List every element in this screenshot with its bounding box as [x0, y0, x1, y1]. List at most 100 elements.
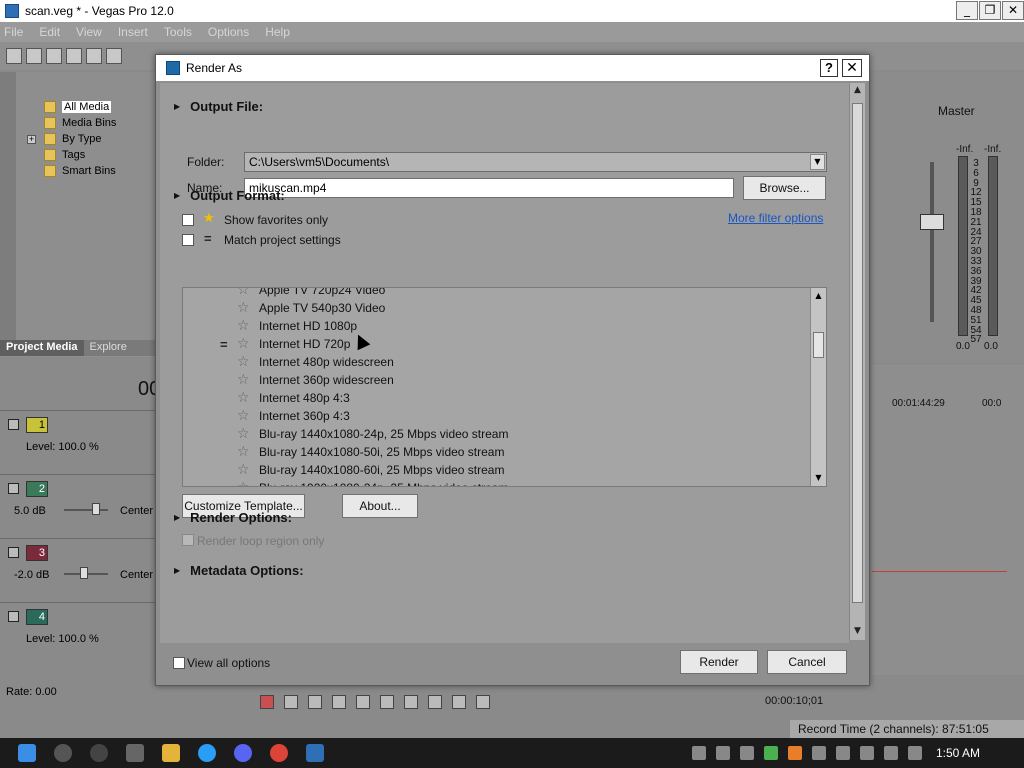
menu-insert[interactable]: Insert	[118, 25, 148, 39]
folder-combo[interactable]: C:\Users\vm5\Documents\ ▼	[244, 152, 827, 172]
menu-file[interactable]: File	[4, 25, 23, 39]
menu-help[interactable]: Help	[265, 25, 290, 39]
render-button[interactable]: Render	[680, 650, 758, 674]
browser-icon[interactable]	[198, 744, 216, 762]
template-list-scrollbar[interactable]: ▲ ▼	[810, 288, 826, 486]
star-outline-icon[interactable]: ☆	[237, 372, 250, 388]
help-button[interactable]: ?	[820, 59, 838, 77]
search-icon[interactable]	[54, 744, 72, 762]
star-outline-icon[interactable]: ☆	[237, 426, 250, 442]
menu-view[interactable]: View	[76, 25, 102, 39]
scroll-down-icon[interactable]: ▼	[811, 470, 826, 485]
app-tray-icon[interactable]	[763, 746, 778, 760]
master-fader[interactable]	[920, 214, 944, 230]
previous-frame-icon[interactable]	[452, 695, 466, 709]
template-row[interactable]: ☆ Blu-ray 1920x1080-24p, 25 Mbps video st…	[183, 479, 811, 486]
tree-item-tags[interactable]: Tags	[44, 147, 85, 163]
star-outline-icon[interactable]: ☆	[237, 300, 250, 316]
star-outline-icon[interactable]: ☆	[237, 354, 250, 370]
template-row[interactable]: ☆ Apple TV 540p30 Video	[183, 299, 811, 317]
template-row[interactable]: ☆ Internet 360p 4:3	[183, 407, 811, 425]
template-row[interactable]: ☆ Blu-ray 1440x1080-60i, 25 Mbps video st…	[183, 461, 811, 479]
template-row[interactable]: ☆ Internet 480p 4:3	[183, 389, 811, 407]
template-row[interactable]: ☆ Internet HD 1080p	[183, 317, 811, 335]
render-icon[interactable]	[86, 48, 102, 64]
pen-icon[interactable]	[883, 746, 898, 760]
about-button[interactable]: About...	[342, 494, 418, 518]
restore-button[interactable]: ❐	[979, 1, 1001, 20]
record-icon[interactable]	[260, 695, 274, 709]
volume-slider-knob[interactable]	[92, 503, 100, 515]
taskbar-clock[interactable]: 1:50 AM	[936, 746, 980, 760]
tree-expander[interactable]: +	[27, 135, 36, 144]
scroll-up-icon[interactable]: ▲	[850, 83, 865, 98]
minimize-button[interactable]: _	[956, 1, 978, 20]
new-icon[interactable]	[6, 48, 22, 64]
template-row[interactable]: = ☆ Internet HD 720p	[183, 335, 811, 353]
template-row[interactable]: ☆ Apple TV 720p24 Video	[183, 288, 811, 299]
properties-icon[interactable]	[106, 48, 122, 64]
tab-project-media[interactable]: Project Media	[0, 340, 84, 356]
next-frame-icon[interactable]	[476, 695, 490, 709]
dialog-scrollbar[interactable]: ▲ ▼	[849, 83, 865, 640]
metadata-options-section[interactable]: ▶ Metadata Options:	[174, 563, 304, 578]
play-icon[interactable]	[332, 695, 346, 709]
star-outline-icon[interactable]: ☆	[237, 408, 250, 424]
track-row[interactable]: 1 Level: 100.0 %	[0, 410, 160, 470]
track-row[interactable]: 2 5.0 dB Center	[0, 474, 160, 534]
menu-tools[interactable]: Tools	[164, 25, 192, 39]
go-to-end-icon[interactable]	[428, 695, 442, 709]
track-row[interactable]: 4 Level: 100.0 %	[0, 602, 160, 662]
menu-edit[interactable]: Edit	[39, 25, 60, 39]
tree-item-all-media[interactable]: All Media	[44, 99, 112, 115]
play-from-start-icon[interactable]	[308, 695, 322, 709]
star-outline-icon[interactable]: ☆	[237, 444, 250, 460]
more-filter-options-link[interactable]: More filter options	[728, 211, 823, 225]
file-explorer-icon[interactable]	[162, 744, 180, 762]
volume-slider[interactable]	[64, 509, 108, 511]
task-view-icon[interactable]	[126, 744, 144, 762]
loop-icon[interactable]	[284, 695, 298, 709]
cancel-button[interactable]: Cancel	[767, 650, 847, 674]
match-project-checkbox[interactable]	[182, 234, 194, 246]
template-row[interactable]: ☆ Blu-ray 1440x1080-50i, 25 Mbps video st…	[183, 443, 811, 461]
save-icon[interactable]	[46, 48, 62, 64]
chrome-icon[interactable]	[270, 744, 288, 762]
tree-item-by-type[interactable]: By Type	[44, 131, 102, 147]
stop-icon[interactable]	[380, 695, 394, 709]
track-handle-icon[interactable]	[8, 547, 19, 558]
cortana-icon[interactable]	[90, 744, 108, 762]
show-favorites-label[interactable]: Show favorites only	[224, 213, 328, 227]
tab-explorer[interactable]: Explore	[84, 340, 133, 356]
star-outline-icon[interactable]: ☆	[237, 336, 250, 352]
track-row[interactable]: 3 -2.0 dB Center	[0, 538, 160, 598]
search-tray-icon[interactable]	[787, 746, 802, 760]
star-outline-icon[interactable]: ☆	[237, 480, 250, 486]
track-handle-icon[interactable]	[8, 419, 19, 430]
menu-options[interactable]: Options	[208, 25, 249, 39]
cloud-icon[interactable]	[811, 746, 826, 760]
template-row[interactable]: ☆ Blu-ray 1440x1080-24p, 25 Mbps video st…	[183, 425, 811, 443]
show-favorites-checkbox[interactable]	[182, 214, 194, 226]
filename-input[interactable]: mikuscan.mp4	[244, 178, 734, 198]
match-project-label[interactable]: Match project settings	[224, 233, 341, 247]
tree-item-smart-bins[interactable]: Smart Bins	[44, 163, 116, 179]
star-outline-icon[interactable]: ☆	[237, 390, 250, 406]
open-folder-icon[interactable]	[26, 48, 42, 64]
track-handle-icon[interactable]	[8, 483, 19, 494]
output-file-section[interactable]: ▶ Output File:	[174, 99, 263, 114]
scroll-down-icon[interactable]: ▼	[850, 624, 865, 639]
close-dialog-button[interactable]: ✕	[842, 59, 862, 77]
star-outline-icon[interactable]: ☆	[237, 318, 250, 334]
scroll-thumb[interactable]	[852, 103, 863, 603]
output-format-section[interactable]: ▶ Output Format:	[174, 188, 285, 203]
people-icon[interactable]	[691, 746, 706, 760]
browse-button[interactable]: Browse...	[743, 176, 826, 200]
chevron-down-icon[interactable]: ▼	[810, 154, 825, 170]
view-all-options-label[interactable]: View all options	[187, 656, 270, 670]
template-row[interactable]: ☆ Internet 360p widescreen	[183, 371, 811, 389]
start-icon[interactable]	[18, 744, 36, 762]
template-list[interactable]: ☆ Apple TV 720p24 Video ☆ Apple TV 540p30 V…	[182, 287, 827, 487]
volume-muted-icon[interactable]	[859, 746, 874, 760]
template-row[interactable]: ☆ Internet 480p widescreen	[183, 353, 811, 371]
